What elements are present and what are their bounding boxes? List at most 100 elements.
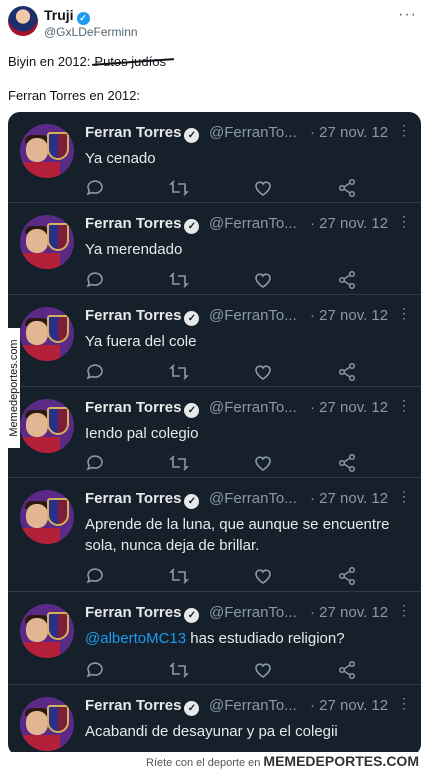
line1-struck: Putos judíos — [94, 54, 166, 69]
tweet-date[interactable]: · 27 nov. 12 — [310, 604, 388, 621]
tweet-author-name-text[interactable]: Ferran Torres — [85, 697, 181, 714]
share-icon[interactable] — [337, 270, 357, 290]
verified-badge-icon: ✓ — [184, 701, 200, 716]
author-name[interactable]: Truji — [44, 7, 74, 23]
tweet-date[interactable]: · 27 nov. 12 — [310, 307, 388, 324]
verified-badge-icon: ✓ — [184, 219, 200, 234]
tweet-date[interactable]: · 27 nov. 12 — [310, 697, 388, 714]
tweet-avatar[interactable] — [20, 604, 74, 658]
tweet-text: Ya merendado — [85, 241, 183, 258]
tweet-date[interactable]: · 27 nov. 12 — [310, 215, 388, 232]
reply-icon[interactable] — [85, 660, 105, 680]
author-avatar[interactable] — [8, 6, 38, 36]
retweet-icon[interactable] — [169, 660, 189, 680]
tweet-avatar[interactable] — [20, 215, 74, 269]
more-icon[interactable]: ··· — [398, 6, 417, 24]
tweet-actions — [85, 566, 357, 586]
tweet-text: Ya fuera del cole — [85, 333, 197, 350]
verified-badge-icon: ✓ — [184, 608, 200, 623]
tweet-avatar[interactable] — [20, 697, 74, 751]
tweet-author-handle[interactable]: @FerranTo... — [209, 697, 297, 714]
reply-icon[interactable] — [85, 566, 105, 586]
tweet-mention[interactable]: @albertoMC13 — [85, 630, 186, 647]
reply-icon[interactable] — [85, 178, 105, 198]
tweet-author-handle[interactable]: @FerranTo... — [209, 490, 297, 507]
tweet-text: @albertoMC13 has estudiado religion? — [85, 628, 405, 649]
reply-icon[interactable] — [85, 453, 105, 473]
more-icon[interactable]: ⋮ — [397, 397, 411, 414]
heart-icon[interactable] — [253, 660, 273, 680]
side-watermark-text: Memedeportes.com — [8, 328, 20, 448]
verified-badge-icon: ✓ — [184, 494, 200, 509]
tweet-author-name[interactable]: Ferran Torres ✓ — [85, 697, 200, 716]
tweet-text: Iendo pal colegio — [85, 425, 199, 442]
footer-brand: MEMEDEPORTES.COM — [263, 753, 419, 769]
retweet-icon[interactable] — [169, 270, 189, 290]
tweet-avatar[interactable] — [20, 124, 74, 178]
heart-icon[interactable] — [253, 453, 273, 473]
heart-icon[interactable] — [253, 362, 273, 382]
tweet-date[interactable]: · 27 nov. 12 — [310, 399, 388, 416]
tweet-author-name[interactable]: Ferran Torres ✓ — [85, 124, 200, 143]
quoted-tweet[interactable]: Ferran Torres ✓ @FerranTo... · 27 nov. 12 ⋮ @… — [8, 592, 421, 685]
quoted-tweet[interactable]: Ferran Torres ✓ @FerranTo... · 27 nov. 12 ⋮ Y… — [8, 203, 421, 295]
tweet-avatar[interactable] — [20, 490, 74, 544]
retweet-icon[interactable] — [169, 362, 189, 382]
share-icon[interactable] — [337, 178, 357, 198]
retweet-icon[interactable] — [169, 178, 189, 198]
more-icon[interactable]: ⋮ — [397, 213, 411, 230]
share-icon[interactable] — [337, 362, 357, 382]
tweet-avatar[interactable] — [20, 399, 74, 453]
tweet-text: Acabandi de desayunar y pa el colegii — [85, 723, 338, 740]
retweet-icon[interactable] — [169, 453, 189, 473]
quoted-tweet[interactable]: Ferran Torres ✓ @FerranTo... · 27 nov. 12 ⋮ A… — [8, 685, 421, 756]
verified-badge-icon: ✓ — [184, 128, 200, 143]
tweet-author-name-text[interactable]: Ferran Torres — [85, 490, 181, 507]
tweet-author-name[interactable]: Ferran Torres ✓ — [85, 604, 200, 623]
tweet-author-handle[interactable]: @FerranTo... — [209, 215, 297, 232]
share-icon[interactable] — [337, 566, 357, 586]
tweet-author-name[interactable]: Ferran Torres ✓ — [85, 399, 200, 418]
tweet-author-name[interactable]: Ferran Torres ✓ — [85, 215, 200, 234]
tweet-author-handle[interactable]: @FerranTo... — [209, 124, 297, 141]
tweet-author-name[interactable]: Ferran Torres ✓ — [85, 490, 200, 509]
share-icon[interactable] — [337, 660, 357, 680]
author-handle[interactable]: @GxLDeFerminn — [44, 25, 138, 39]
tweet-author-name[interactable]: Ferran Torres ✓ — [85, 307, 200, 326]
retweet-icon[interactable] — [169, 566, 189, 586]
quoted-tweet[interactable]: Ferran Torres ✓ @FerranTo... · 27 nov. 12 ⋮ Y… — [8, 295, 421, 387]
tweet-avatar[interactable] — [20, 307, 74, 361]
author-name-row[interactable]: Truji ✓ — [44, 7, 90, 25]
reply-icon[interactable] — [85, 362, 105, 382]
tweet-author-handle[interactable]: @FerranTo... — [209, 399, 297, 416]
quoted-screenshot: Ferran Torres ✓ @FerranTo... · 27 nov. 12 ⋮ Y… — [8, 112, 421, 756]
quoted-tweet[interactable]: Ferran Torres ✓ @FerranTo... · 27 nov. 12 ⋮ A… — [8, 478, 421, 592]
tweet-author-handle[interactable]: @FerranTo... — [209, 604, 297, 621]
heart-icon[interactable] — [253, 270, 273, 290]
tweet-author-name-text[interactable]: Ferran Torres — [85, 215, 181, 232]
quoted-tweet[interactable]: Ferran Torres ✓ @FerranTo... · 27 nov. 12 ⋮ Y… — [8, 112, 421, 203]
side-watermark: Memedeportes.com — [6, 328, 22, 450]
more-icon[interactable]: ⋮ — [397, 695, 411, 712]
tweet-author-name-text[interactable]: Ferran Torres — [85, 399, 181, 416]
post-text-line1: Biyin en 2012: Putos judíos — [8, 54, 166, 69]
tweet-author-handle[interactable]: @FerranTo... — [209, 307, 297, 324]
more-icon[interactable]: ⋮ — [397, 122, 411, 139]
quoted-tweet[interactable]: Ferran Torres ✓ @FerranTo... · 27 nov. 12 ⋮ I… — [8, 387, 421, 478]
heart-icon[interactable] — [253, 178, 273, 198]
tweet-author-name-text[interactable]: Ferran Torres — [85, 307, 181, 324]
post-text-line2: Ferran Torres en 2012: — [8, 88, 140, 103]
tweet-text: Ya cenado — [85, 150, 156, 167]
tweet-author-name-text[interactable]: Ferran Torres — [85, 124, 181, 141]
heart-icon[interactable] — [253, 566, 273, 586]
reply-icon[interactable] — [85, 270, 105, 290]
more-icon[interactable]: ⋮ — [397, 602, 411, 619]
tweet-actions — [85, 362, 357, 382]
tweet-author-name-text[interactable]: Ferran Torres — [85, 604, 181, 621]
share-icon[interactable] — [337, 453, 357, 473]
more-icon[interactable]: ⋮ — [397, 488, 411, 505]
tweet-date[interactable]: · 27 nov. 12 — [310, 124, 388, 141]
more-icon[interactable]: ⋮ — [397, 305, 411, 322]
tweet-date[interactable]: · 27 nov. 12 — [310, 490, 388, 507]
tweet-actions — [85, 660, 357, 680]
